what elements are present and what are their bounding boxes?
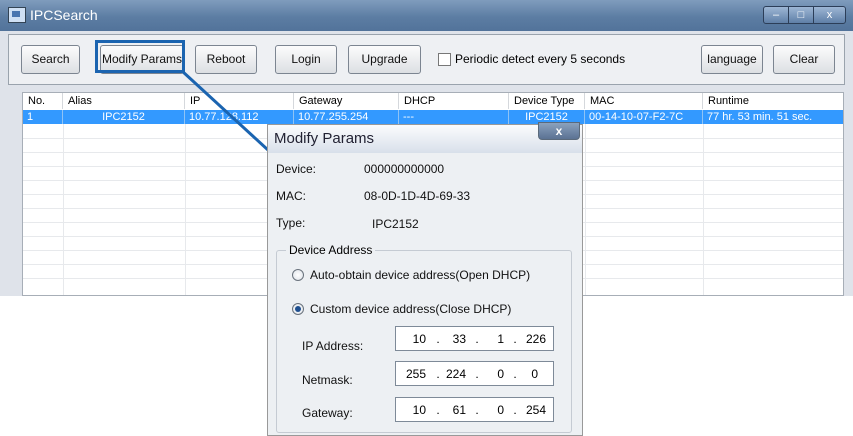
modify-params-dialog: Modify Params x Device: 000000000000 MAC… — [267, 122, 583, 436]
netmask-octet: 0 — [497, 367, 504, 381]
gateway-label: Gateway: — [302, 406, 353, 420]
netmask-octet: 224 — [445, 367, 466, 381]
custom-address-label: Custom device address(Close DHCP) — [310, 302, 512, 316]
gateway-input[interactable]: 10 . 61 . 0 . 254 — [395, 397, 554, 422]
type-value: IPC2152 — [372, 217, 419, 231]
mac-label: MAC: — [276, 189, 306, 203]
mac-value: 08-0D-1D-4D-69-33 — [364, 189, 471, 203]
ip-octet: 226 — [525, 332, 546, 346]
gateway-octet: 61 — [452, 403, 466, 417]
auto-obtain-radio[interactable] — [292, 269, 304, 281]
type-label: Type: — [276, 216, 306, 230]
netmask-input[interactable]: 255 . 224 . 0 . 0 — [395, 361, 554, 386]
ip-octet: 1 — [497, 332, 504, 346]
netmask-octet: 0 — [531, 367, 538, 381]
ip-octet: 10 — [412, 332, 426, 346]
netmask-label: Netmask: — [302, 373, 353, 387]
ip-address-label: IP Address: — [302, 339, 364, 353]
device-label: Device: — [276, 162, 317, 176]
gateway-octet: 0 — [497, 403, 504, 417]
dialog-title-bar[interactable]: Modify Params x — [268, 122, 582, 153]
custom-address-radio[interactable] — [292, 303, 304, 315]
dialog-close-button[interactable]: x — [538, 122, 580, 140]
dialog-title: Modify Params — [274, 130, 375, 147]
device-address-group-title: Device Address — [286, 243, 376, 257]
ip-octet: 33 — [452, 332, 466, 346]
device-value: 000000000000 — [364, 162, 445, 176]
gateway-octet: 10 — [412, 403, 426, 417]
gateway-octet: 254 — [525, 403, 546, 417]
netmask-octet: 255 — [405, 367, 426, 381]
auto-obtain-label: Auto-obtain device address(Open DHCP) — [310, 268, 531, 282]
ip-address-input[interactable]: 10 . 33 . 1 . 226 — [395, 326, 554, 351]
